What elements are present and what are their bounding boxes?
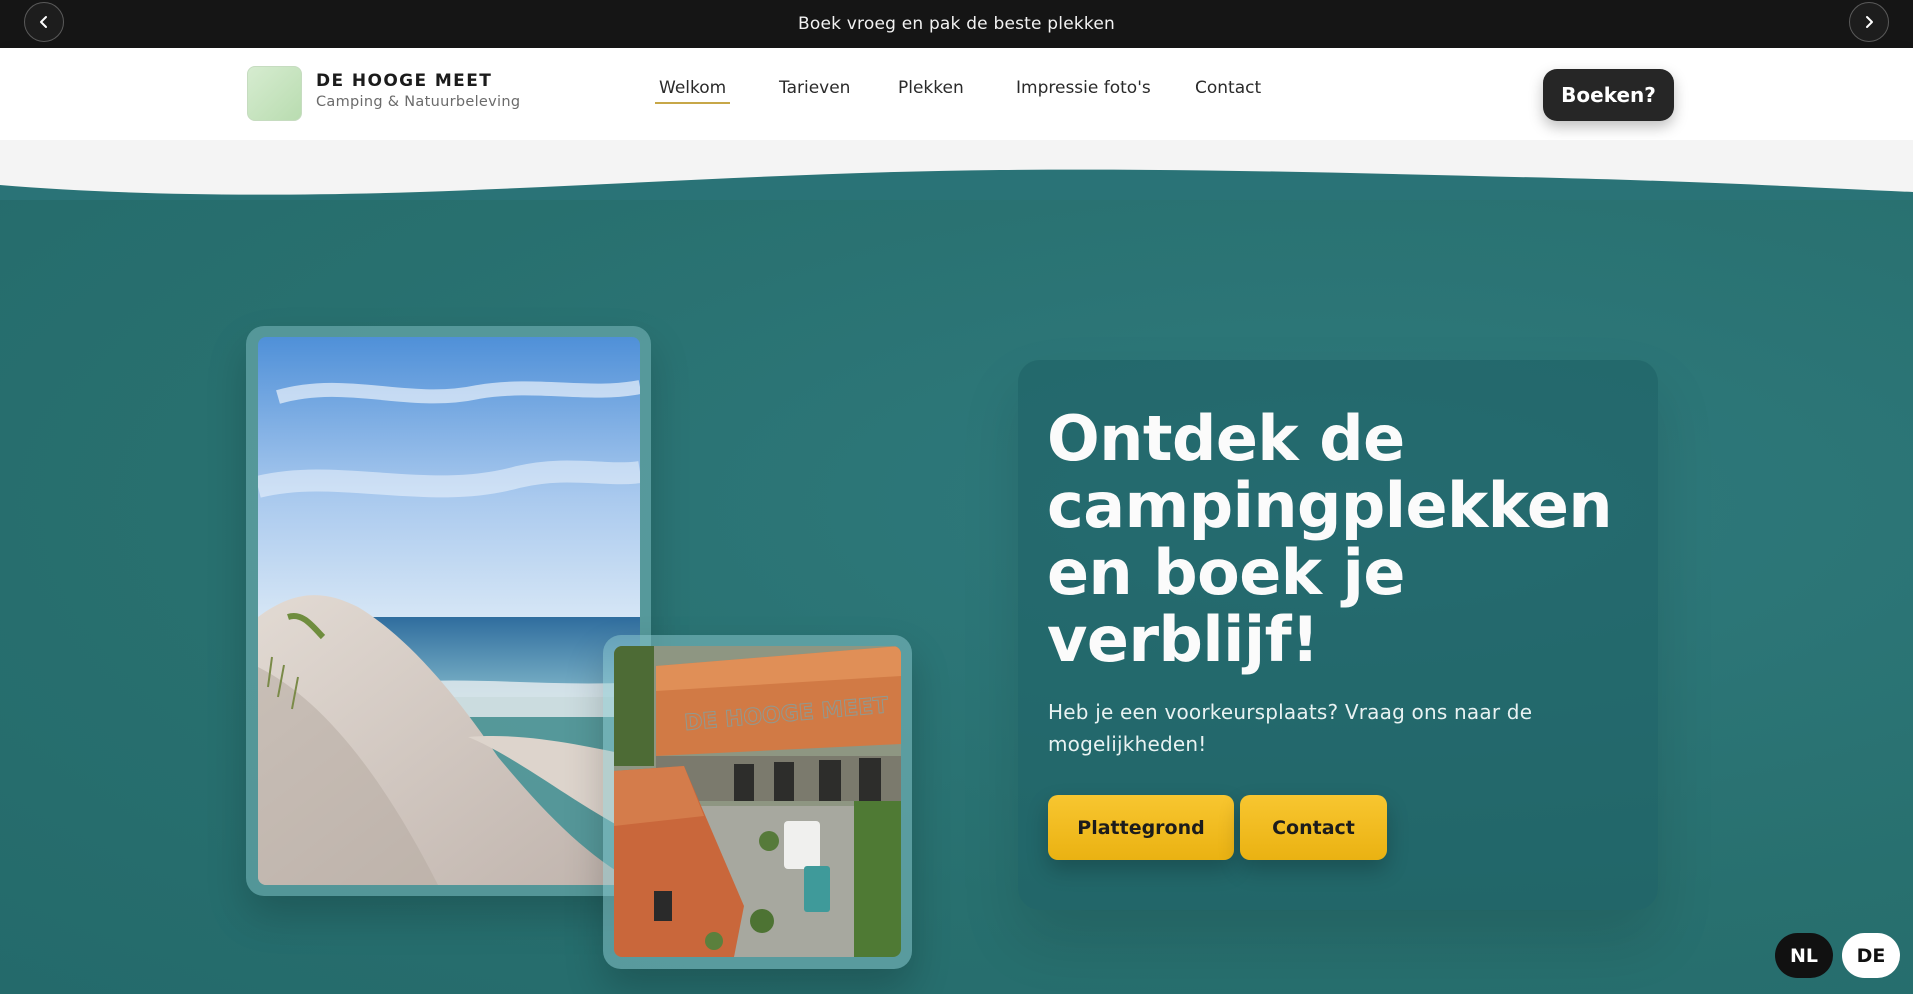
announcement-text: Boek vroeg en pak de beste plekken [798, 14, 1115, 34]
brand-name[interactable]: DE HOOGE MEET [316, 71, 492, 91]
announcement-bar: Boek vroeg en pak de beste plekken [0, 0, 1913, 48]
language-de-button[interactable]: DE [1842, 933, 1900, 978]
hero-subtitle: Heb je een voorkeursplaats? Vraag ons na… [1048, 700, 1533, 756]
nav-item-contact[interactable]: Contact [1195, 78, 1261, 102]
nav-item-plekken[interactable]: Plekken [898, 78, 964, 102]
map-button[interactable]: Plattegrond [1048, 795, 1234, 860]
announcement-prev-button[interactable] [24, 2, 64, 42]
nav-item-impressie[interactable]: Impressie foto's [1016, 78, 1151, 102]
chevron-right-icon [1866, 16, 1873, 28]
nav-item-tarieven[interactable]: Tarieven [779, 78, 850, 102]
book-button[interactable]: Boeken? [1543, 69, 1674, 121]
farm-aerial-image: DE HOOGE MEET [614, 646, 901, 957]
hero-title: Ontdek de campingplekken en boek je verb… [1047, 402, 1613, 676]
announcement-next-button[interactable] [1849, 2, 1889, 42]
chevron-left-icon [40, 16, 47, 28]
beach-dunes-image [258, 337, 640, 885]
site-header: DE HOOGE MEET Camping & Natuurbeleving W… [0, 48, 1913, 140]
contact-button[interactable]: Contact [1240, 795, 1387, 860]
brand-tagline: Camping & Natuurbeleving [316, 94, 521, 110]
language-nl-button[interactable]: NL [1775, 933, 1833, 978]
wave-divider [0, 140, 1913, 200]
nav-item-welkom[interactable]: Welkom [655, 78, 731, 104]
logo-icon[interactable] [247, 66, 302, 121]
